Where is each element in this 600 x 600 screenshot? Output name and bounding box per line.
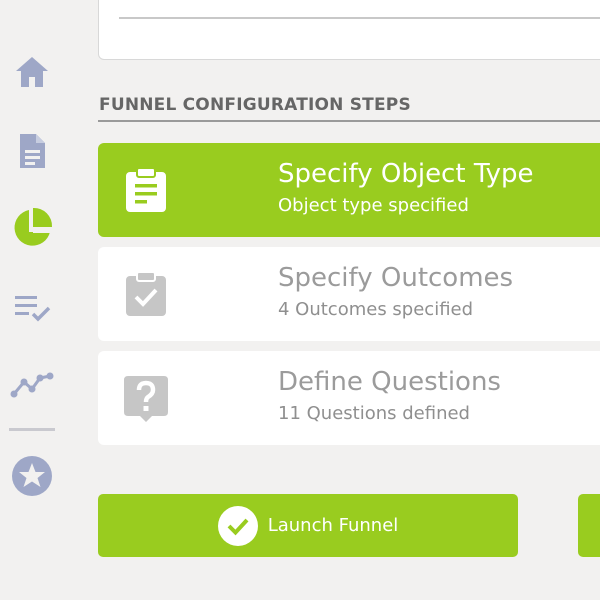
checklist-icon[interactable] [8, 282, 56, 330]
step-title: Define Questions [278, 367, 501, 397]
launch-funnel-button[interactable]: Launch Funnel [98, 494, 518, 557]
launch-funnel-label: Launch Funnel [267, 515, 399, 536]
step-specify-object-type[interactable]: Specify Object Type Object type specifie… [98, 143, 600, 237]
question-icon [124, 376, 168, 422]
step-subtitle: Object type specified [278, 195, 469, 216]
step-title: Specify Object Type [278, 159, 534, 189]
section-divider [98, 120, 600, 122]
document-icon[interactable] [8, 127, 56, 175]
pie-chart-icon[interactable] [8, 204, 56, 252]
step-subtitle: 4 Outcomes specified [278, 299, 474, 320]
secondary-action-button[interactable] [578, 494, 600, 557]
home-icon[interactable] [8, 48, 56, 96]
step-title: Specify Outcomes [278, 263, 514, 293]
check-circle-icon [217, 505, 258, 546]
step-define-questions[interactable]: Define Questions 11 Questions defined [98, 351, 600, 445]
trend-line-icon[interactable] [8, 358, 56, 406]
section-title: FUNNEL CONFIGURATION STEPS [99, 95, 411, 115]
star-icon[interactable] [8, 452, 56, 500]
sidebar-divider [9, 428, 55, 431]
clipboard-check-icon [126, 271, 166, 316]
step-subtitle: 11 Questions defined [278, 403, 470, 424]
clipboard-list-icon [126, 167, 166, 212]
top-card [98, 0, 600, 60]
top-card-divider [119, 17, 600, 19]
step-specify-outcomes[interactable]: Specify Outcomes 4 Outcomes specified [98, 247, 600, 341]
sidebar [0, 0, 64, 600]
